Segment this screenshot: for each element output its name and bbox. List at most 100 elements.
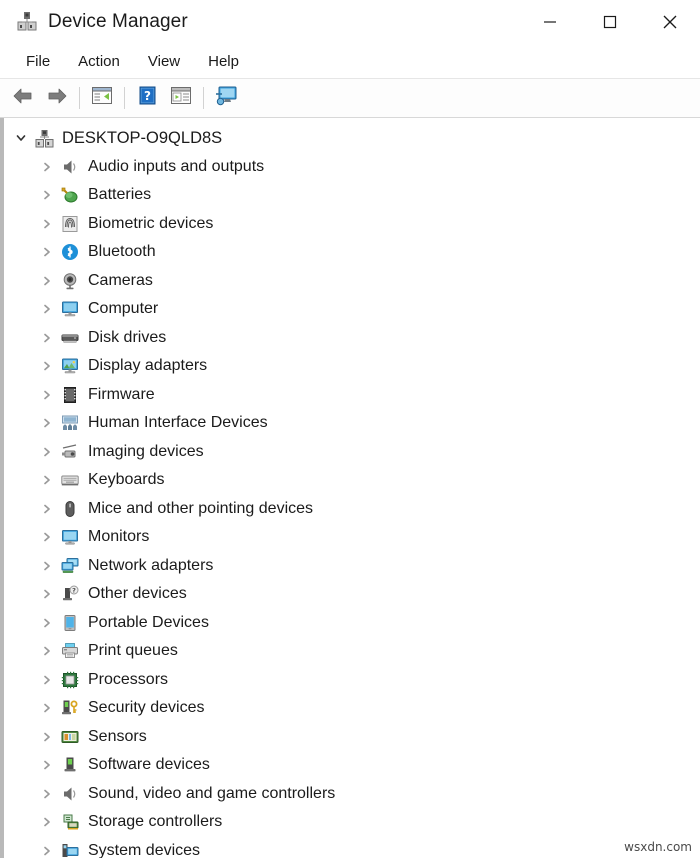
properties-icon xyxy=(170,86,192,110)
chevron-right-icon[interactable] xyxy=(38,158,56,176)
device-manager-icon xyxy=(16,11,38,33)
chevron-right-icon[interactable] xyxy=(38,329,56,347)
close-button[interactable] xyxy=(640,0,700,44)
bluetooth-icon xyxy=(60,242,80,262)
tree-item-monitors[interactable]: Monitors xyxy=(4,523,700,552)
chevron-right-icon[interactable] xyxy=(38,471,56,489)
chevron-right-icon[interactable] xyxy=(38,186,56,204)
chevron-right-icon[interactable] xyxy=(38,699,56,717)
portable-device-icon xyxy=(60,613,80,633)
tree-item-batteries[interactable]: Batteries xyxy=(4,181,700,210)
help-question-icon: ? xyxy=(138,86,157,110)
chevron-right-icon[interactable] xyxy=(38,443,56,461)
menu-item-help[interactable]: Help xyxy=(196,50,251,73)
tree-item-imaging-devices[interactable]: Imaging devices xyxy=(4,438,700,467)
tree-item-sound-video-and-game-controllers[interactable]: Sound, video and game controllers xyxy=(4,780,700,809)
chevron-right-icon[interactable] xyxy=(38,500,56,518)
chevron-right-icon[interactable] xyxy=(38,785,56,803)
tree-item-cameras[interactable]: Cameras xyxy=(4,267,700,296)
back-button[interactable] xyxy=(6,83,40,113)
tree-item-label: Imaging devices xyxy=(88,442,204,460)
tree-item-bluetooth[interactable]: Bluetooth xyxy=(4,238,700,267)
tree-item-security-devices[interactable]: Security devices xyxy=(4,694,700,723)
tree-item-label: Cameras xyxy=(88,271,153,289)
forward-button[interactable] xyxy=(40,83,74,113)
menu-item-view[interactable]: View xyxy=(136,50,192,73)
tree-item-label: Software devices xyxy=(88,756,210,774)
tree-item-display-adapters[interactable]: Display adapters xyxy=(4,352,700,381)
tree-item-print-queues[interactable]: Print queues xyxy=(4,637,700,666)
chevron-right-icon[interactable] xyxy=(38,243,56,261)
processor-icon xyxy=(60,670,80,690)
monitor-icon xyxy=(60,527,80,547)
tree-item-label: Disk drives xyxy=(88,328,167,346)
maximize-button[interactable] xyxy=(580,0,640,44)
tree-root-node[interactable]: DESKTOP-O9QLD8S xyxy=(4,124,700,153)
chevron-right-icon[interactable] xyxy=(38,842,56,858)
toolbar-separator xyxy=(203,87,204,109)
console-tree-icon xyxy=(91,86,113,110)
chevron-right-icon[interactable] xyxy=(38,215,56,233)
tree-item-system-devices[interactable]: System devices xyxy=(4,837,700,858)
chevron-right-icon[interactable] xyxy=(38,357,56,375)
device-tree-panel[interactable]: DESKTOP-O9QLD8S Audio inputs and outputs xyxy=(0,118,700,858)
camera-icon xyxy=(60,271,80,291)
chevron-right-icon[interactable] xyxy=(38,728,56,746)
chevron-right-icon[interactable] xyxy=(38,414,56,432)
tree-root-label: DESKTOP-O9QLD8S xyxy=(62,129,223,147)
tree-item-keyboards[interactable]: Keyboards xyxy=(4,466,700,495)
watermark: wsxdn.com xyxy=(624,840,692,854)
keyboard-icon xyxy=(60,470,80,490)
chevron-right-icon[interactable] xyxy=(38,756,56,774)
svg-text:?: ? xyxy=(144,89,151,103)
tree-item-computer[interactable]: Computer xyxy=(4,295,700,324)
chevron-right-icon[interactable] xyxy=(38,585,56,603)
tree-item-other-devices[interactable]: ? Other devices xyxy=(4,580,700,609)
tree-item-disk-drives[interactable]: Disk drives xyxy=(4,324,700,353)
tree-item-software-devices[interactable]: Software devices xyxy=(4,751,700,780)
show-hide-console-tree-button[interactable] xyxy=(85,83,119,113)
fingerprint-icon xyxy=(60,214,80,234)
tree-item-network-adapters[interactable]: Network adapters xyxy=(4,552,700,581)
help-button[interactable]: ? xyxy=(130,83,164,113)
tree-item-label: Computer xyxy=(88,300,159,318)
tree-item-label: Portable Devices xyxy=(88,613,209,631)
properties-button[interactable] xyxy=(164,83,198,113)
scan-hardware-changes-button[interactable] xyxy=(209,83,243,113)
chevron-right-icon[interactable] xyxy=(38,642,56,660)
tree-item-storage-controllers[interactable]: Storage controllers xyxy=(4,808,700,837)
menu-item-action[interactable]: Action xyxy=(66,50,132,73)
chevron-right-icon[interactable] xyxy=(38,813,56,831)
tree-item-label: Security devices xyxy=(88,699,205,717)
sensor-icon xyxy=(60,727,80,747)
chevron-right-icon[interactable] xyxy=(38,671,56,689)
tree-item-human-interface-devices[interactable]: Human Interface Devices xyxy=(4,409,700,438)
chevron-right-icon[interactable] xyxy=(38,614,56,632)
tree-item-label: Bluetooth xyxy=(88,243,156,261)
storage-controller-icon xyxy=(60,812,80,832)
tree-item-mice-and-other-pointing-devices[interactable]: Mice and other pointing devices xyxy=(4,495,700,524)
tree-item-label: Storage controllers xyxy=(88,813,223,831)
chevron-right-icon[interactable] xyxy=(38,557,56,575)
chevron-down-icon[interactable] xyxy=(12,129,30,147)
minimize-button[interactable] xyxy=(520,0,580,44)
chevron-right-icon[interactable] xyxy=(38,386,56,404)
tree-item-audio-inputs-and-outputs[interactable]: Audio inputs and outputs xyxy=(4,153,700,182)
chevron-right-icon[interactable] xyxy=(38,300,56,318)
tree-item-label: Audio inputs and outputs xyxy=(88,157,265,175)
tree-item-biometric-devices[interactable]: Biometric devices xyxy=(4,210,700,239)
tree-item-processors[interactable]: Processors xyxy=(4,666,700,695)
tree-item-sensors[interactable]: Sensors xyxy=(4,723,700,752)
network-adapter-icon xyxy=(60,556,80,576)
title-bar: Device Manager xyxy=(0,0,700,44)
tree-item-firmware[interactable]: Firmware xyxy=(4,381,700,410)
tree-item-label: Monitors xyxy=(88,528,150,546)
menu-item-file[interactable]: File xyxy=(14,50,62,73)
chevron-right-icon[interactable] xyxy=(38,272,56,290)
tree-item-portable-devices[interactable]: Portable Devices xyxy=(4,609,700,638)
printer-icon xyxy=(60,641,80,661)
tree-item-label: Display adapters xyxy=(88,357,208,375)
chevron-right-icon[interactable] xyxy=(38,528,56,546)
system-device-icon xyxy=(60,841,80,858)
tree-item-label: Network adapters xyxy=(88,556,214,574)
